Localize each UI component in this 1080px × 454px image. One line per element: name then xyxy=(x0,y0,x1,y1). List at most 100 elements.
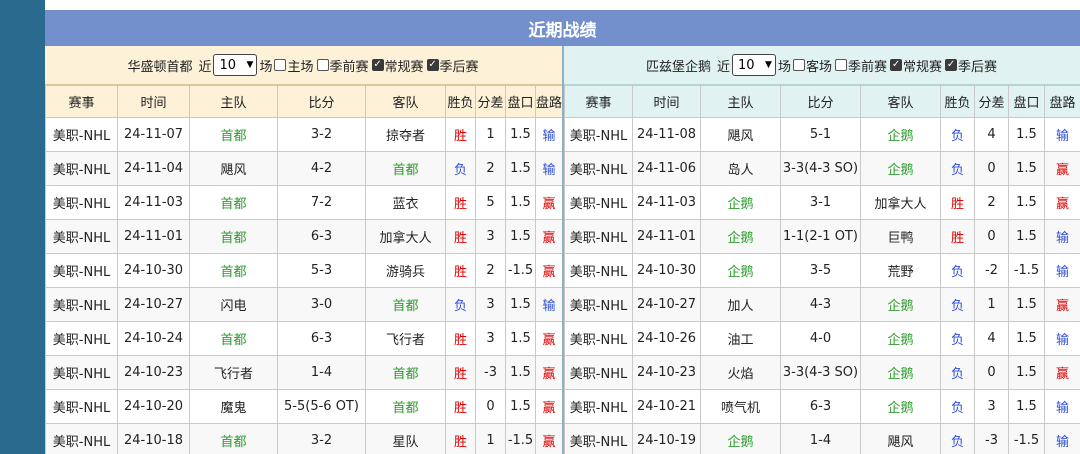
cell-away-team: 企鹅 xyxy=(860,389,941,424)
cell-away-team: 首都 xyxy=(365,151,446,186)
preseason-checkbox[interactable]: ✓ xyxy=(835,59,847,71)
cell-handicap-line: -1.5 xyxy=(505,423,536,454)
cell-score: 3-1 xyxy=(780,185,861,220)
home-games-checkbox[interactable]: ✓ xyxy=(274,59,287,71)
preseason-label: 季前赛 xyxy=(329,59,369,75)
cell-away-team: 加拿大人 xyxy=(860,185,941,220)
cell-goal-diff: 1 xyxy=(475,117,506,152)
playoffs-label: 季后赛 xyxy=(958,59,998,75)
playoffs-checkbox[interactable]: ✓ xyxy=(945,59,958,71)
cell-score: 3-3(4-3 SO) xyxy=(780,151,861,186)
cell-away-team: 首都 xyxy=(365,287,446,322)
cell-result: 胜 xyxy=(445,117,476,152)
cell-goal-diff: 1 xyxy=(475,423,506,454)
cell-league: 美职-NHL xyxy=(45,219,118,254)
table-row: 美职-NHL 24-11-01 企鹅 1-1(2-1 OT) 巨鸭胜 0 1.5 输 xyxy=(564,219,1080,254)
home-team-name: 华盛顿首都 xyxy=(127,59,193,75)
table-row: 美职-NHL 24-10-30 首都 5-3 游骑兵胜 2 -1.5 赢 xyxy=(45,253,563,288)
table-row: 美职-NHL 24-11-03 首都 7-2 蓝衣胜 5 1.5 赢 xyxy=(45,185,563,220)
match-count-select[interactable]: 10 ▼ xyxy=(213,54,258,76)
regular-season-checkbox[interactable]: ✓ xyxy=(371,59,384,71)
cell-result: 胜 xyxy=(445,219,476,254)
cell-goal-diff: 3 xyxy=(974,389,1009,424)
cell-result: 负 xyxy=(940,321,975,356)
table-row: 美职-NHL 24-10-18 首都 3-2 星队胜 1 -1.5 赢 xyxy=(45,423,563,454)
cell-league: 美职-NHL xyxy=(564,151,633,186)
home-filter-bar: 华盛顿首都 近 10 ▼ 场 ✓ 主场 ✓ 季前赛 ✓ 常规赛 ✓ 季后赛 xyxy=(45,46,562,85)
cell-away-team: 企鹅 xyxy=(860,287,941,322)
cell-date: 24-11-07 xyxy=(117,117,190,152)
playoffs-checkbox[interactable]: ✓ xyxy=(426,59,439,71)
cell-result: 负 xyxy=(940,355,975,390)
cell-home-team: 岛人 xyxy=(700,151,781,186)
away-filter-bar: 匹兹堡企鹅 近 10 ▼ 场 ✓ 客场 ✓ 季前赛 ✓ 常规赛 ✓ 季后赛 xyxy=(564,46,1080,85)
cell-goal-diff: 0 xyxy=(974,355,1009,390)
table-row: 美职-NHL 24-10-30 企鹅 3-5 荒野负 -2 -1.5 输 xyxy=(564,253,1080,288)
col-header-away-team: 客队 xyxy=(860,85,941,118)
cell-date: 24-10-30 xyxy=(632,253,701,288)
preseason-checkbox[interactable]: ✓ xyxy=(316,59,329,71)
cell-home-team: 企鹅 xyxy=(700,185,781,220)
cell-home-team: 喷气机 xyxy=(700,389,781,424)
cell-handicap-line: 1.5 xyxy=(505,355,536,390)
cell-handicap-line: 1.5 xyxy=(1008,185,1045,220)
cell-league: 美职-NHL xyxy=(45,389,118,424)
cell-score: 3-0 xyxy=(277,287,366,322)
cell-away-team: 企鹅 xyxy=(860,355,941,390)
cell-handicap-result: 赢 xyxy=(535,423,563,454)
cell-result: 胜 xyxy=(445,423,476,454)
cell-date: 24-10-30 xyxy=(117,253,190,288)
home-results-table: 赛事 时间 主队 比分 客队 胜负 分差 盘口 盘路 美职-NHL 24-11-07 首都 3-2 掠夺… xyxy=(45,85,563,454)
table-row: 美职-NHL 24-10-20 魔鬼 5-5(5-6 OT) 首都胜 0 1.5 赢 xyxy=(45,389,563,424)
cell-date: 24-10-19 xyxy=(632,423,701,454)
cell-handicap-result: 输 xyxy=(1044,389,1080,424)
cell-date: 24-11-03 xyxy=(632,185,701,220)
away-results-table: 赛事 时间 主队 比分 客队 胜负 分差 盘口 盘路 美职-NHL 24-11-08 飓风 5-1 企鹅… xyxy=(564,85,1080,454)
col-header-league: 赛事 xyxy=(45,85,118,118)
cell-handicap-result: 赢 xyxy=(535,219,563,254)
cell-date: 24-11-04 xyxy=(117,151,190,186)
cell-league: 美职-NHL xyxy=(45,253,118,288)
cell-league: 美职-NHL xyxy=(564,219,633,254)
cell-home-team: 首都 xyxy=(189,423,278,454)
table-row: 美职-NHL 24-11-01 首都 6-3 加拿大人胜 3 1.5 赢 xyxy=(45,219,563,254)
cell-result: 胜 xyxy=(445,321,476,356)
match-count-select[interactable]: 10 ▼ xyxy=(731,54,776,76)
cell-goal-diff: 0 xyxy=(475,389,506,424)
cell-score: 1-1(2-1 OT) xyxy=(780,219,861,254)
match-count-value: 10 xyxy=(219,57,237,73)
cell-result: 负 xyxy=(445,151,476,186)
table-row: 美职-NHL 24-10-23 火焰 3-3(4-3 SO) 企鹅负 0 1.5 赢 xyxy=(564,355,1080,390)
cell-result: 胜 xyxy=(445,253,476,288)
cell-goal-diff: 2 xyxy=(475,151,506,186)
cell-goal-diff: 2 xyxy=(974,185,1009,220)
cell-goal-diff: -2 xyxy=(974,253,1009,288)
col-header-goal-diff: 分差 xyxy=(475,85,506,118)
cell-league: 美职-NHL xyxy=(45,151,118,186)
cell-home-team: 企鹅 xyxy=(700,219,781,254)
cell-goal-diff: 4 xyxy=(974,117,1009,152)
cell-handicap-line: 1.5 xyxy=(1008,355,1045,390)
cell-away-team: 掠夺者 xyxy=(365,117,446,152)
col-header-league: 赛事 xyxy=(564,85,633,118)
cell-league: 美职-NHL xyxy=(45,321,118,356)
cell-league: 美职-NHL xyxy=(564,287,633,322)
cell-home-team: 首都 xyxy=(189,117,278,152)
col-header-home-team: 主队 xyxy=(189,85,278,118)
cell-home-team: 首都 xyxy=(189,321,278,356)
cell-handicap-result: 输 xyxy=(535,151,563,186)
cell-away-team: 游骑兵 xyxy=(365,253,446,288)
cell-score: 1-4 xyxy=(780,423,861,454)
table-row: 美职-NHL 24-10-21 喷气机 6-3 企鹅负 3 1.5 输 xyxy=(564,389,1080,424)
regular-season-checkbox[interactable]: ✓ xyxy=(890,59,903,71)
cell-league: 美职-NHL xyxy=(564,423,633,454)
away-games-checkbox[interactable]: ✓ xyxy=(792,59,805,71)
col-header-score: 比分 xyxy=(780,85,861,118)
cell-away-team: 企鹅 xyxy=(860,151,941,186)
table-row: 美职-NHL 24-10-27 闪电 3-0 首都负 3 1.5 输 xyxy=(45,287,563,322)
cell-result: 负 xyxy=(940,151,975,186)
cell-score: 4-3 xyxy=(780,287,861,322)
cell-result: 胜 xyxy=(445,185,476,220)
cell-goal-diff: 0 xyxy=(974,219,1009,254)
top-strip xyxy=(45,0,1080,10)
